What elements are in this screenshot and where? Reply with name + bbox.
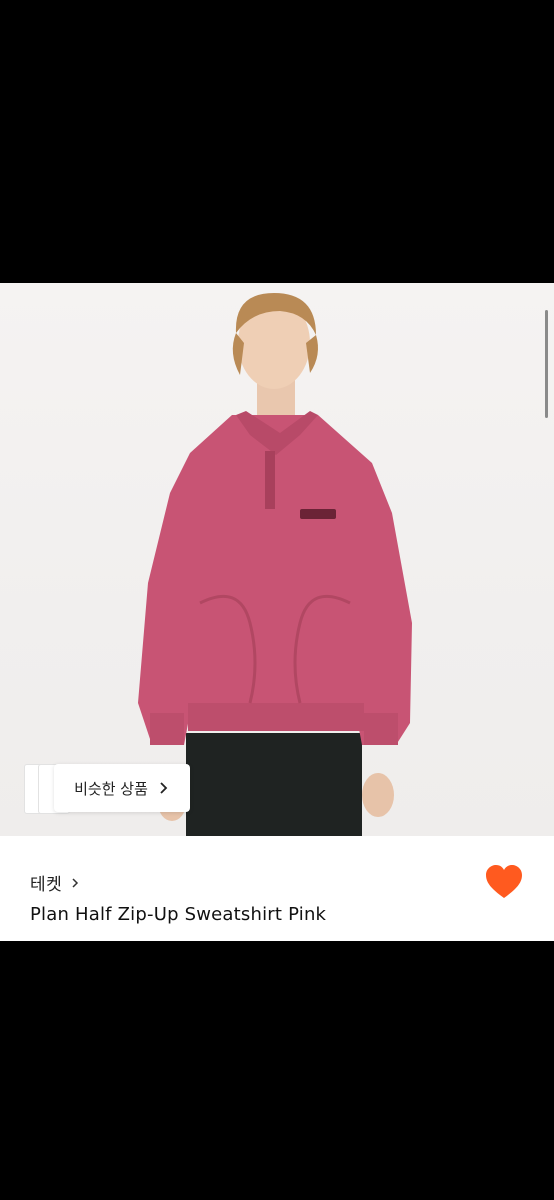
brand-link[interactable]: 테켓: [30, 870, 82, 895]
similar-products-label: 비슷한 상품: [74, 779, 148, 798]
product-info: 테켓 Plan Half Zip-Up Sweatshirt Pink: [0, 836, 554, 941]
top-letterbox: [0, 0, 554, 283]
favorite-button[interactable]: [484, 864, 524, 900]
product-title: Plan Half Zip-Up Sweatshirt Pink: [30, 904, 327, 925]
similar-products-button[interactable]: 비슷한 상품: [54, 764, 190, 812]
bottom-letterbox: [0, 941, 554, 1200]
product-image[interactable]: [0, 283, 554, 836]
brand-name: 테켓: [30, 875, 63, 895]
model-illustration: [138, 293, 412, 836]
chevron-right-icon: [72, 877, 79, 888]
scrollbar[interactable]: [545, 310, 548, 418]
chevron-right-icon: [160, 782, 168, 794]
heart-icon: [486, 865, 522, 898]
